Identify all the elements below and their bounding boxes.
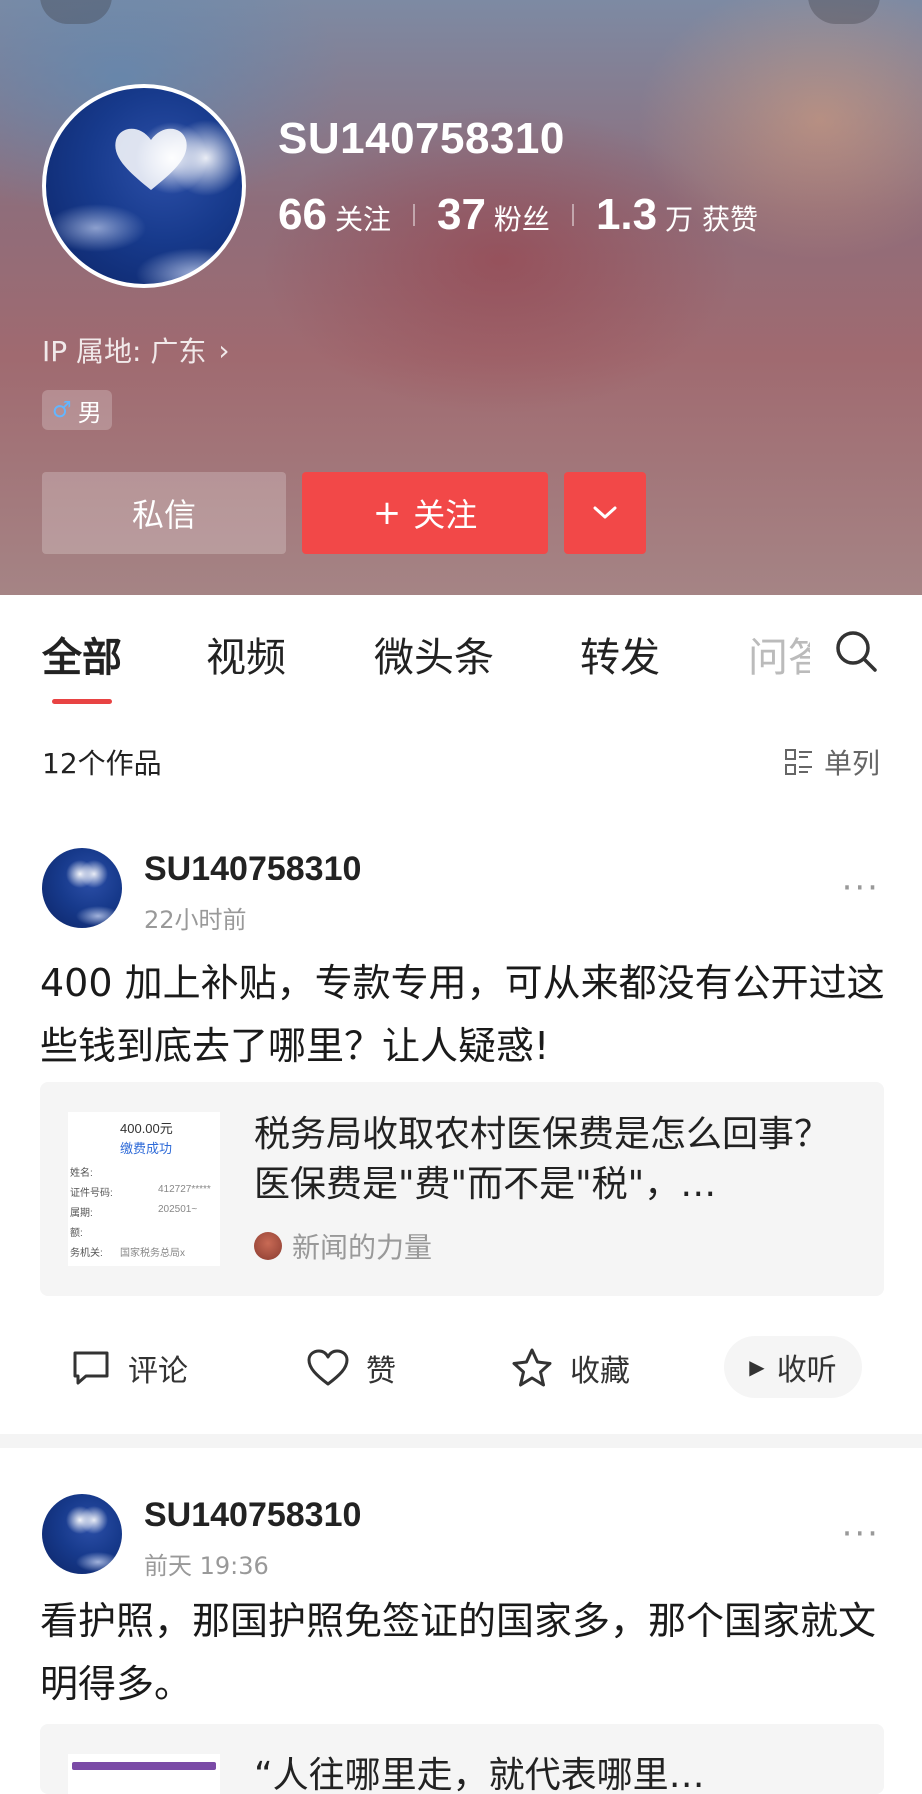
linked-article-card[interactable]: 400.00元 缴费成功 姓名: 证件号码: 412727***** 属期: 2… (40, 1082, 884, 1296)
post-actions: 评论 赞 收藏 ▶ 收听 (0, 1332, 922, 1402)
male-icon: ♂ (52, 397, 72, 423)
plus-icon: + (372, 493, 402, 533)
article-thumbnail: 400.00元 缴费成功 姓名: 证件号码: 412727***** 属期: 2… (68, 1112, 220, 1266)
view-mode-label: 单列 (823, 747, 880, 780)
active-tab-indicator (52, 699, 112, 704)
comment-button[interactable]: 评论 (70, 1346, 188, 1390)
post-time: 22小时前 (144, 906, 247, 934)
post-author[interactable]: SU140758310 (144, 850, 361, 889)
more-options-button[interactable] (808, 0, 880, 24)
post-card[interactable]: SU140758310 22小时前 ··· 400 加上补贴，专款专用，可从来都… (0, 802, 922, 1434)
works-summary-row: 12个作品 单列 (0, 710, 922, 802)
list-view-icon (784, 749, 812, 775)
thumbnail-banner (72, 1762, 216, 1770)
view-mode-toggle[interactable]: 单列 (784, 742, 880, 782)
following-count[interactable]: 66 (278, 190, 327, 240)
source-name: 新闻的力量 (292, 1231, 433, 1264)
profile-header: SU140758310 66 关注 37 粉丝 1.3 万 获赞 IP 属地: … (0, 0, 922, 595)
content-tabs: 全部 视频 微头条 转发 问答 (0, 595, 922, 710)
listen-button[interactable]: ▶ 收听 (724, 1336, 862, 1398)
thumb-value: 412727***** (158, 1184, 211, 1195)
tab-repost[interactable]: 转发 (580, 625, 660, 683)
thumb-label: 额: (70, 1228, 83, 1239)
chevron-right-icon: › (218, 333, 230, 367)
message-button[interactable]: 私信 (42, 472, 286, 554)
search-icon[interactable] (832, 627, 880, 675)
star-icon (512, 1348, 552, 1387)
thumb-value: 国家税务总局x (120, 1248, 185, 1259)
article-thumbnail (68, 1754, 220, 1794)
gender-badge: ♂ 男 (42, 390, 112, 430)
follow-button[interactable]: + 关注 (302, 472, 548, 554)
ip-location-row[interactable]: IP 属地: 广东 › (42, 330, 230, 370)
favorite-label: 收藏 (570, 1354, 630, 1389)
post-text[interactable]: 400 加上补贴，专款专用，可从来都没有公开过这些钱到底去了哪里？让人疑惑! (40, 952, 890, 1078)
like-button[interactable]: 赞 (306, 1346, 396, 1390)
heart-cloud-icon (115, 128, 187, 190)
article-source: 新闻的力量 (254, 1226, 432, 1266)
thumb-label: 务机关: (70, 1248, 103, 1259)
tab-all[interactable]: 全部 (42, 625, 122, 683)
source-avatar (254, 1232, 282, 1260)
thumb-label: 属期: (70, 1208, 93, 1219)
comment-icon (73, 1351, 109, 1385)
article-title: “人往哪里走，就代表哪里… (254, 1755, 705, 1794)
favorite-button[interactable]: 收藏 (510, 1346, 630, 1390)
back-button[interactable] (40, 0, 112, 24)
works-count: 12个作品 (42, 747, 162, 780)
thumb-value: 202501~ (158, 1204, 198, 1215)
linked-article-card[interactable]: “人往哪里走，就代表哪里… (40, 1724, 884, 1794)
comment-label: 评论 (128, 1354, 188, 1389)
thumb-label: 姓名: (70, 1168, 93, 1179)
followers-label[interactable]: 粉丝 (494, 198, 550, 238)
thumb-amount: 400.00元 (120, 1121, 173, 1136)
profile-avatar[interactable] (42, 84, 246, 288)
post-author[interactable]: SU140758310 (144, 1496, 361, 1535)
gender-text: 男 (77, 398, 102, 427)
likes-count: 1.3 (595, 190, 658, 239)
play-icon: ▶ (749, 1355, 765, 1379)
stat-divider (571, 204, 574, 226)
more-icon[interactable]: ··· (842, 868, 880, 908)
article-title: 税务局收取农村医保费是怎么回事？医保费是"费"而不是"税"，… (254, 1114, 831, 1205)
post-text[interactable]: 看护照，那国护照免签证的国家多，那个国家就文明得多。 (40, 1590, 890, 1716)
like-label: 赞 (366, 1354, 396, 1389)
follow-button-label: 关注 (413, 496, 478, 534)
heart-icon (307, 1349, 349, 1386)
avatar[interactable] (42, 848, 122, 928)
follow-dropdown-button[interactable] (564, 472, 646, 554)
profile-username: SU140758310 (278, 114, 565, 163)
listen-label: 收听 (776, 1353, 837, 1388)
thumb-status: 缴费成功 (120, 1141, 173, 1156)
tab-micro-headline[interactable]: 微头条 (374, 625, 494, 683)
stat-divider (412, 204, 415, 226)
more-icon[interactable]: ··· (842, 1514, 880, 1554)
post-time: 前天 19:36 (144, 1552, 269, 1580)
chevron-down-icon (593, 506, 617, 519)
following-label[interactable]: 关注 (335, 198, 391, 238)
tab-qa[interactable]: 问答 (748, 625, 810, 683)
tab-video[interactable]: 视频 (206, 625, 286, 683)
followers-count[interactable]: 37 (437, 190, 486, 240)
post-card[interactable]: SU140758310 前天 19:36 ··· 看护照，那国护照免签证的国家多… (0, 1448, 922, 1794)
ip-location-text: IP 属地: 广东 (42, 335, 207, 368)
thumb-label: 证件号码: (70, 1188, 113, 1199)
profile-stats: 66 关注 37 粉丝 1.3 万 获赞 (278, 190, 758, 240)
avatar[interactable] (42, 1494, 122, 1574)
likes-label: 万 获赞 (665, 203, 759, 236)
